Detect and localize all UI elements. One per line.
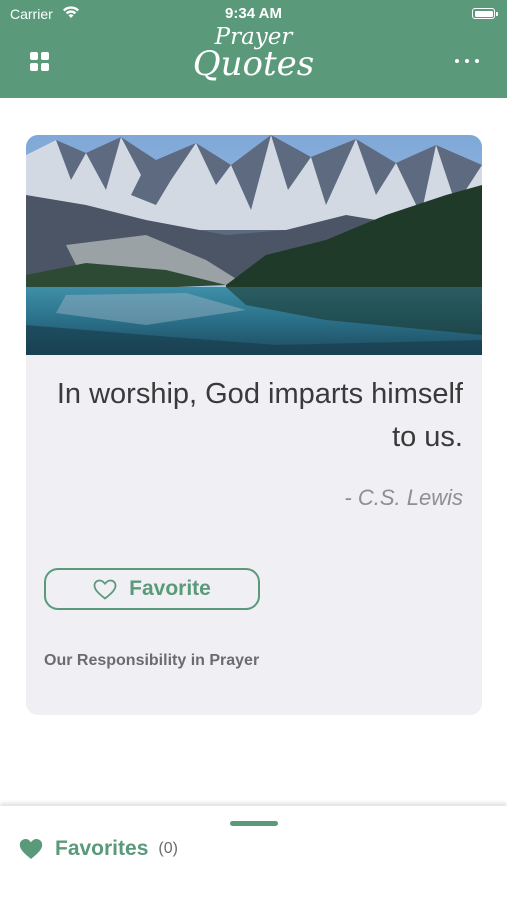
favorite-button[interactable]: Favorite — [44, 568, 260, 610]
favorites-drawer[interactable]: Favorites (0) — [0, 806, 507, 900]
app-title: Prayer Quotes — [0, 26, 507, 84]
favorites-toggle[interactable]: Favorites (0) — [19, 834, 178, 864]
heart-outline-icon — [93, 579, 117, 599]
quote-category: Our Responsibility in Prayer — [44, 652, 260, 669]
heart-filled-icon — [19, 839, 43, 859]
favorites-label: Favorites — [55, 837, 149, 860]
drawer-handle[interactable] — [230, 821, 278, 826]
app-title-line2: Quotes — [192, 44, 315, 84]
quote-author: - C.S. Lewis — [344, 485, 463, 510]
quote-card: In worship, God imparts himself to us. -… — [26, 135, 482, 715]
battery-icon — [472, 8, 498, 19]
mountain-lake-photo — [26, 135, 482, 355]
more-icon[interactable] — [455, 54, 481, 68]
favorite-button-label: Favorite — [129, 577, 211, 600]
quote-text: In worship, God imparts himself to us. — [56, 378, 463, 453]
favorites-count: (0) — [158, 840, 178, 857]
app-header: Carrier 9:34 AM Prayer Quotes — [0, 0, 507, 98]
status-time: 9:34 AM — [225, 5, 282, 22]
